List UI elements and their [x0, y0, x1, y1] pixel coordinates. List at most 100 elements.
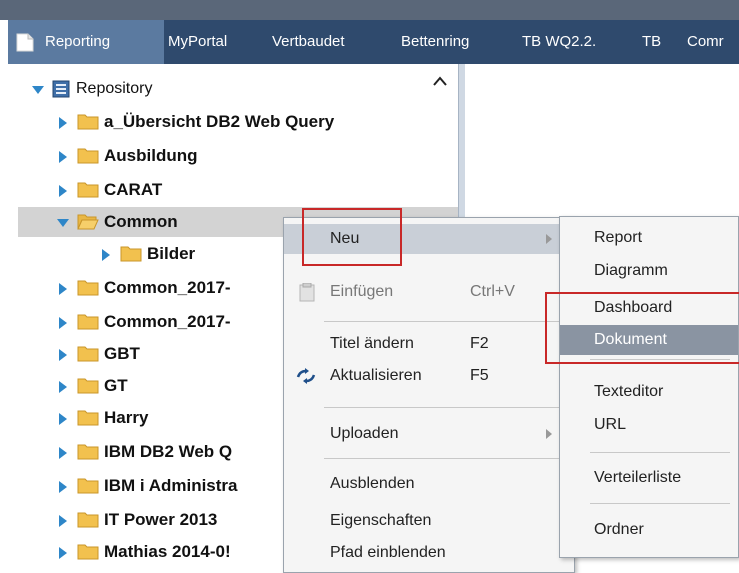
- folder-label: Common_2017-: [104, 312, 231, 331]
- menu-separator: [590, 503, 730, 504]
- menu-item-label: Eigenschaften: [330, 512, 432, 529]
- expand-right-icon[interactable]: [59, 481, 67, 493]
- submenu-item-folder[interactable]: Ordner: [560, 515, 738, 545]
- expand-right-icon[interactable]: [59, 317, 67, 329]
- expand-right-icon[interactable]: [59, 185, 67, 197]
- expand-right-icon[interactable]: [59, 151, 67, 163]
- menu-item-label: Uploaden: [330, 425, 399, 442]
- expand-down-icon[interactable]: [57, 219, 69, 227]
- scroll-up-button[interactable]: [431, 70, 449, 90]
- folder-label: Mathias 2014-0!: [104, 542, 231, 561]
- folder-label: Bilder: [147, 244, 196, 263]
- folder-label: GT: [104, 376, 128, 395]
- menu-item-label: Ausblenden: [330, 475, 415, 492]
- folder-label: Common_2017-: [104, 278, 231, 297]
- tree-folder[interactable]: CARAT: [18, 175, 438, 205]
- submenu-new: Report Diagramm Dashboard Dokument Texte…: [559, 216, 739, 558]
- menu-item-label: Report: [594, 229, 643, 246]
- expand-right-icon[interactable]: [59, 117, 67, 129]
- context-menu: Neu Einfügen Ctrl+V Titel ändern F2 Aktu…: [283, 217, 575, 573]
- folder-label: CARAT: [104, 180, 163, 199]
- expand-right-icon[interactable]: [59, 381, 67, 393]
- document-icon: [16, 33, 34, 52]
- menu-separator: [324, 458, 564, 459]
- tab-bar: Reporting MyPortal Vertbaudet Bettenring…: [8, 20, 739, 64]
- expand-right-icon[interactable]: [59, 413, 67, 425]
- tree-folder[interactable]: a_Übersicht DB2 Web Query: [18, 107, 438, 137]
- tab-reporting[interactable]: Reporting: [8, 20, 164, 64]
- menu-separator: [324, 407, 564, 408]
- folder-icon: [77, 148, 99, 164]
- expand-right-icon[interactable]: [59, 515, 67, 527]
- menu-separator: [590, 452, 730, 453]
- folder-label: a_Übersicht DB2 Web Query: [104, 112, 335, 131]
- folder-icon: [77, 544, 99, 560]
- menu-item-label: Titel ändern: [330, 335, 414, 352]
- folder-icon: [77, 410, 99, 426]
- menu-item-label: Texteditor: [594, 383, 664, 400]
- menu-shortcut: F2: [470, 335, 489, 352]
- open-folder-icon: [77, 214, 99, 230]
- tab-comr[interactable]: Comr: [687, 20, 724, 64]
- tab-tb-wq22[interactable]: TB WQ2.2.: [522, 20, 596, 64]
- folder-icon: [77, 314, 99, 330]
- menu-item-refresh[interactable]: Aktualisieren F5: [284, 361, 574, 391]
- submenu-item-report[interactable]: Report: [560, 223, 738, 253]
- folder-icon: [77, 478, 99, 494]
- annotation-highlight-new: [302, 208, 402, 266]
- menu-item-upload[interactable]: Uploaden: [284, 419, 574, 449]
- expand-right-icon[interactable]: [102, 249, 110, 261]
- folder-icon: [120, 246, 142, 262]
- tab-label: Reporting: [45, 33, 111, 50]
- folder-label: IBM i Administra: [104, 476, 238, 495]
- menu-item-label: Diagramm: [594, 262, 668, 279]
- menu-item-label: Verteilerliste: [594, 469, 682, 486]
- folder-icon: [77, 346, 99, 362]
- submenu-item-url[interactable]: URL: [560, 410, 738, 440]
- tree-folder[interactable]: Ausbildung: [18, 141, 438, 171]
- menu-item-hide[interactable]: Ausblenden: [284, 469, 574, 499]
- menu-item-label: Pfad einblenden: [330, 544, 446, 561]
- menu-item-properties[interactable]: Eigenschaften: [284, 506, 574, 536]
- menu-item-label: URL: [594, 416, 627, 433]
- menu-item-paste[interactable]: Einfügen Ctrl+V: [284, 277, 574, 307]
- tree-root-repository[interactable]: Repository: [18, 74, 438, 104]
- paste-icon: [299, 283, 315, 302]
- menu-item-label: Aktualisieren: [330, 367, 422, 384]
- submenu-item-distribution-list[interactable]: Verteilerliste: [560, 463, 738, 493]
- submenu-item-chart[interactable]: Diagramm: [560, 256, 738, 286]
- chevron-up-icon: [433, 76, 447, 86]
- submenu-arrow-icon: [546, 429, 552, 439]
- menu-item-label: Ordner: [594, 521, 644, 538]
- repository-icon: [52, 80, 70, 98]
- tab-myportal[interactable]: MyPortal: [168, 20, 227, 64]
- submenu-item-text-editor[interactable]: Texteditor: [560, 377, 738, 407]
- folder-label: Common: [104, 212, 178, 231]
- tab-vertbaudet[interactable]: Vertbaudet: [272, 20, 345, 64]
- menu-item-label: Einfügen: [330, 283, 394, 300]
- folder-label: Ausbildung: [104, 146, 198, 165]
- expand-down-icon[interactable]: [32, 86, 44, 94]
- folder-icon: [77, 444, 99, 460]
- menu-shortcut: F5: [470, 367, 489, 384]
- menu-item-rename[interactable]: Titel ändern F2: [284, 329, 574, 359]
- folder-label: GBT: [104, 344, 140, 363]
- folder-label: IT Power 2013: [104, 510, 218, 529]
- refresh-icon: [296, 368, 316, 384]
- expand-right-icon[interactable]: [59, 547, 67, 559]
- window-top-strip: [0, 0, 739, 20]
- folder-icon: [77, 114, 99, 130]
- folder-icon: [77, 182, 99, 198]
- folder-icon: [77, 280, 99, 296]
- expand-right-icon[interactable]: [59, 447, 67, 459]
- menu-separator: [324, 321, 564, 322]
- expand-right-icon[interactable]: [59, 283, 67, 295]
- expand-right-icon[interactable]: [59, 349, 67, 361]
- tab-bettenring[interactable]: Bettenring: [401, 20, 469, 64]
- folder-label: IBM DB2 Web Q: [104, 442, 233, 461]
- tree-root-label: Repository: [76, 80, 153, 97]
- menu-item-show-path[interactable]: Pfad einblenden: [284, 538, 574, 568]
- tab-tb[interactable]: TB: [642, 20, 661, 64]
- folder-icon: [77, 512, 99, 528]
- menu-shortcut: Ctrl+V: [470, 283, 515, 300]
